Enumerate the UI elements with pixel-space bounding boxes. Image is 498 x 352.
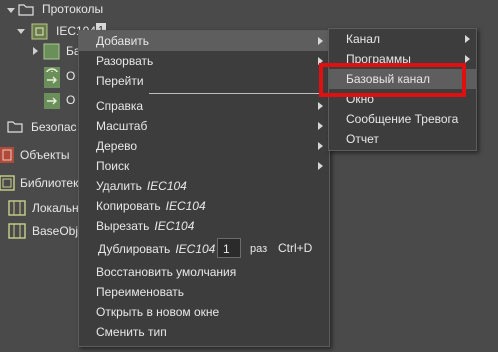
objects-icon	[0, 147, 14, 163]
submenu-arrow-icon	[318, 162, 323, 170]
menu-item-copy[interactable]: Копировать IEC104	[79, 196, 329, 216]
menu-item-cut[interactable]: Вырезать IEC104	[79, 216, 329, 236]
duplicate-unit-label: раз	[250, 243, 268, 255]
tree-item-local[interactable]: Локальн	[32, 198, 79, 218]
folder-icon	[18, 4, 34, 16]
tree-item-objects[interactable]: Объекты	[20, 145, 70, 165]
tree-item-security[interactable]: Безопас	[31, 117, 77, 137]
submenu-item-report[interactable]: Отчет	[329, 129, 476, 149]
tree-item-child[interactable]: О	[66, 90, 75, 110]
base-object-icon	[8, 223, 26, 239]
tree-item-baseobject[interactable]: BaseObje	[32, 221, 85, 241]
menu-item-rename[interactable]: Переименовать	[79, 282, 329, 302]
menu-separator	[149, 93, 329, 94]
local-library-icon	[8, 200, 26, 216]
submenu-item-alarm-message[interactable]: Сообщение Тревога	[329, 109, 476, 129]
menu-item-change-type[interactable]: Сменить тип	[79, 322, 329, 342]
menu-item-open-new-window[interactable]: Открыть в новом окне	[79, 302, 329, 322]
arrow-box-icon	[44, 72, 60, 88]
expand-arrow-icon[interactable]	[17, 29, 25, 34]
folder-icon	[7, 121, 23, 133]
submenu-arrow-icon	[465, 35, 470, 43]
annotation-highlight-box	[319, 63, 466, 97]
menu-item-unfold[interactable]: Разорвать	[79, 51, 329, 71]
menu-item-add[interactable]: Добавить	[79, 31, 329, 51]
duplicate-shortcut: Ctrl+D	[278, 241, 313, 255]
submenu-item-channel[interactable]: Канал	[329, 29, 476, 49]
channel-icon	[43, 43, 60, 60]
tree-item-protocols[interactable]: Протоколы	[42, 0, 103, 19]
tree-item-libraries[interactable]: Библиотек	[20, 173, 78, 193]
menu-item-tree[interactable]: Дерево	[79, 136, 329, 156]
tree-item-child[interactable]: О	[66, 66, 75, 86]
library-icon	[0, 175, 15, 191]
menu-item-delete[interactable]: Удалить IEC104	[79, 176, 329, 196]
menu-item-search[interactable]: Поиск	[79, 156, 329, 176]
expand-arrow-icon[interactable]	[33, 47, 38, 55]
submenu-arrow-icon	[318, 102, 323, 110]
protocol-icon	[31, 23, 48, 40]
submenu-arrow-icon	[318, 37, 323, 45]
duplicate-count-input[interactable]: 1	[217, 238, 241, 258]
context-menu: Добавить Разорвать Перейти Справка Масшт…	[78, 30, 330, 347]
menu-item-restore[interactable]: Восстановить умолчания	[79, 262, 329, 282]
menu-item-help[interactable]: Справка	[79, 96, 329, 116]
submenu-arrow-icon	[465, 55, 470, 63]
menu-item-goto[interactable]: Перейти	[79, 71, 329, 91]
arrow-box-icon	[44, 93, 60, 109]
submenu-arrow-icon	[318, 122, 323, 130]
menu-item-scale[interactable]: Масштаб	[79, 116, 329, 136]
submenu-arrow-icon	[318, 142, 323, 150]
expand-arrow-icon[interactable]	[7, 8, 15, 13]
